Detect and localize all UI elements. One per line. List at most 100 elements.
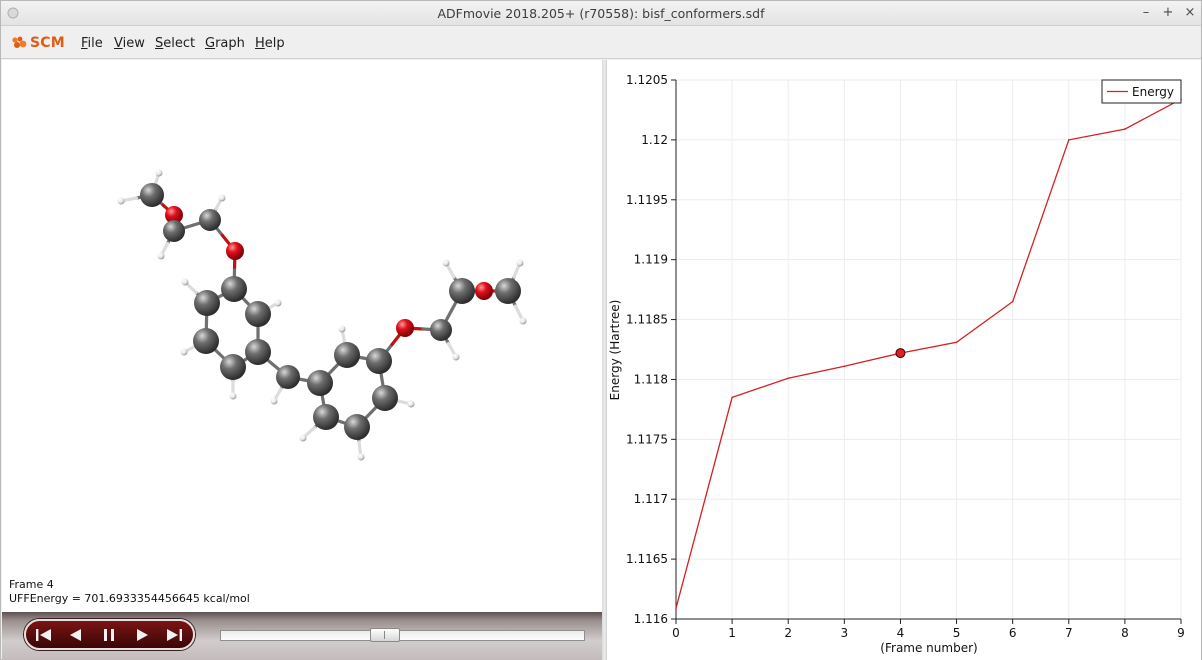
hydrogen-atom[interactable] [180, 348, 188, 356]
x-tick-label: 8 [1121, 626, 1129, 640]
data-point [731, 396, 733, 399]
scm-logo-text: SCM [30, 35, 65, 51]
data-point [1011, 300, 1014, 303]
hydrogen-atom[interactable] [357, 453, 365, 461]
chart-legend: Energy [1101, 79, 1182, 104]
energy-chart[interactable]: 1.116 1.1165 1.117 1.1175 1.118 1.1185 1.119 1.… [607, 60, 1201, 660]
hydrogen-atom[interactable] [229, 392, 237, 400]
hydrogen-atom[interactable] [157, 252, 165, 260]
maximize-icon[interactable]: + [1159, 4, 1177, 22]
carbon-atom[interactable] [495, 278, 521, 304]
menu-graph[interactable]: Graph [205, 36, 245, 51]
data-point [675, 607, 677, 610]
y-tick-label: 1.116 [634, 612, 668, 626]
menu-select[interactable]: Select [155, 36, 195, 51]
molecule-canvas[interactable] [2, 60, 602, 612]
data-point [1124, 128, 1126, 130]
carbon-atom[interactable] [313, 404, 339, 430]
hydrogen-atom[interactable] [299, 434, 307, 442]
x-axis-ticks: 0 1 2 3 4 5 6 7 8 9 [672, 619, 1185, 640]
current-frame-marker [895, 348, 906, 359]
scm-logo-icon [12, 36, 27, 48]
chart-series [675, 98, 1182, 610]
carbon-atom[interactable] [245, 301, 271, 327]
hydrogen-atom[interactable] [155, 169, 163, 177]
skip-to-end-icon[interactable] [164, 628, 184, 642]
y-tick-label: 1.1205 [626, 73, 668, 87]
playback-bar [2, 612, 602, 660]
carbon-atom[interactable] [193, 328, 219, 354]
molecule-viewer[interactable]: Frame 4 UFFEnergy = 701.6933354456645 kc… [2, 60, 602, 612]
playback-controls [24, 619, 195, 650]
y-tick-label: 1.1165 [626, 552, 668, 566]
data-point [1067, 139, 1070, 141]
x-tick-label: 7 [1065, 626, 1073, 640]
carbon-atom[interactable] [372, 385, 398, 411]
oxygen-atom[interactable] [475, 282, 493, 300]
hydrogen-atom[interactable] [516, 259, 524, 267]
hydrogen-atom[interactable] [117, 197, 125, 205]
y-tick-label: 1.12 [641, 133, 668, 147]
hydrogen-atom[interactable] [274, 299, 282, 307]
carbon-atom[interactable] [163, 220, 185, 242]
menu-bar: SCM File View Select Graph Help [1, 26, 1201, 59]
carbon-atom[interactable] [199, 209, 221, 231]
data-point [955, 341, 958, 344]
x-tick-label: 5 [953, 626, 961, 640]
close-icon[interactable]: × [1181, 4, 1199, 22]
carbon-atom[interactable] [276, 365, 300, 389]
y-tick-label: 1.118 [634, 372, 668, 386]
carbon-atom[interactable] [334, 342, 360, 368]
molecule-atoms [117, 169, 527, 461]
x-axis-title: (Frame number) [880, 641, 977, 655]
carbon-atom[interactable] [430, 319, 452, 341]
menu-view[interactable]: View [114, 36, 145, 51]
energy-readout: UFFEnergy = 701.6933354456645 kcal/mol [9, 592, 250, 605]
carbon-atom[interactable] [366, 348, 392, 374]
carbon-atom[interactable] [140, 183, 164, 207]
frame-slider-handle[interactable] [370, 628, 400, 642]
x-tick-label: 2 [784, 626, 792, 640]
chart-axes [675, 80, 1181, 620]
legend-label-energy: Energy [1132, 85, 1174, 99]
oxygen-atom[interactable] [396, 319, 414, 337]
y-tick-label: 1.119 [634, 253, 668, 267]
x-tick-label: 6 [1009, 626, 1017, 640]
hydrogen-atom[interactable] [270, 397, 278, 405]
app-window: ADFmovie 2018.205+ (r70558): bisf_confor… [0, 0, 1202, 660]
oxygen-atom[interactable] [226, 242, 244, 260]
skip-to-start-icon[interactable] [34, 628, 54, 642]
hydrogen-atom[interactable] [442, 259, 450, 267]
carbon-atom[interactable] [344, 414, 370, 440]
x-tick-label: 4 [897, 626, 905, 640]
x-tick-label: 3 [841, 626, 849, 640]
carbon-atom[interactable] [449, 278, 475, 304]
carbon-atom[interactable] [194, 290, 220, 316]
hydrogen-atom[interactable] [338, 325, 346, 333]
x-tick-label: 9 [1177, 626, 1185, 640]
minimize-icon[interactable]: – [1137, 4, 1155, 22]
hydrogen-atom[interactable] [181, 278, 189, 286]
hydrogen-atom[interactable] [452, 353, 460, 361]
data-point [843, 365, 846, 368]
carbon-atom[interactable] [221, 276, 247, 302]
frame-slider[interactable] [220, 630, 585, 641]
title-bar: ADFmovie 2018.205+ (r70558): bisf_confor… [1, 1, 1201, 26]
hydrogen-atom[interactable] [218, 194, 226, 202]
hydrogen-atom[interactable] [407, 400, 415, 408]
chart-grid [675, 79, 1182, 620]
y-tick-label: 1.1195 [626, 193, 668, 207]
y-tick-label: 1.117 [634, 492, 668, 506]
carbon-atom[interactable] [245, 339, 271, 365]
scm-logo: SCM [11, 35, 65, 51]
carbon-atom[interactable] [307, 370, 333, 396]
hydrogen-atom[interactable] [519, 317, 527, 325]
carbon-atom[interactable] [220, 354, 246, 380]
pause-icon[interactable] [99, 628, 119, 642]
menu-help[interactable]: Help [255, 36, 285, 51]
energy-graph-panel: 1.116 1.1165 1.117 1.1175 1.118 1.1185 1.119 1.… [607, 60, 1201, 660]
step-forward-icon[interactable] [132, 628, 152, 642]
step-back-icon[interactable] [66, 628, 86, 642]
menu-file[interactable]: File [81, 36, 103, 51]
y-tick-label: 1.1175 [626, 432, 668, 446]
